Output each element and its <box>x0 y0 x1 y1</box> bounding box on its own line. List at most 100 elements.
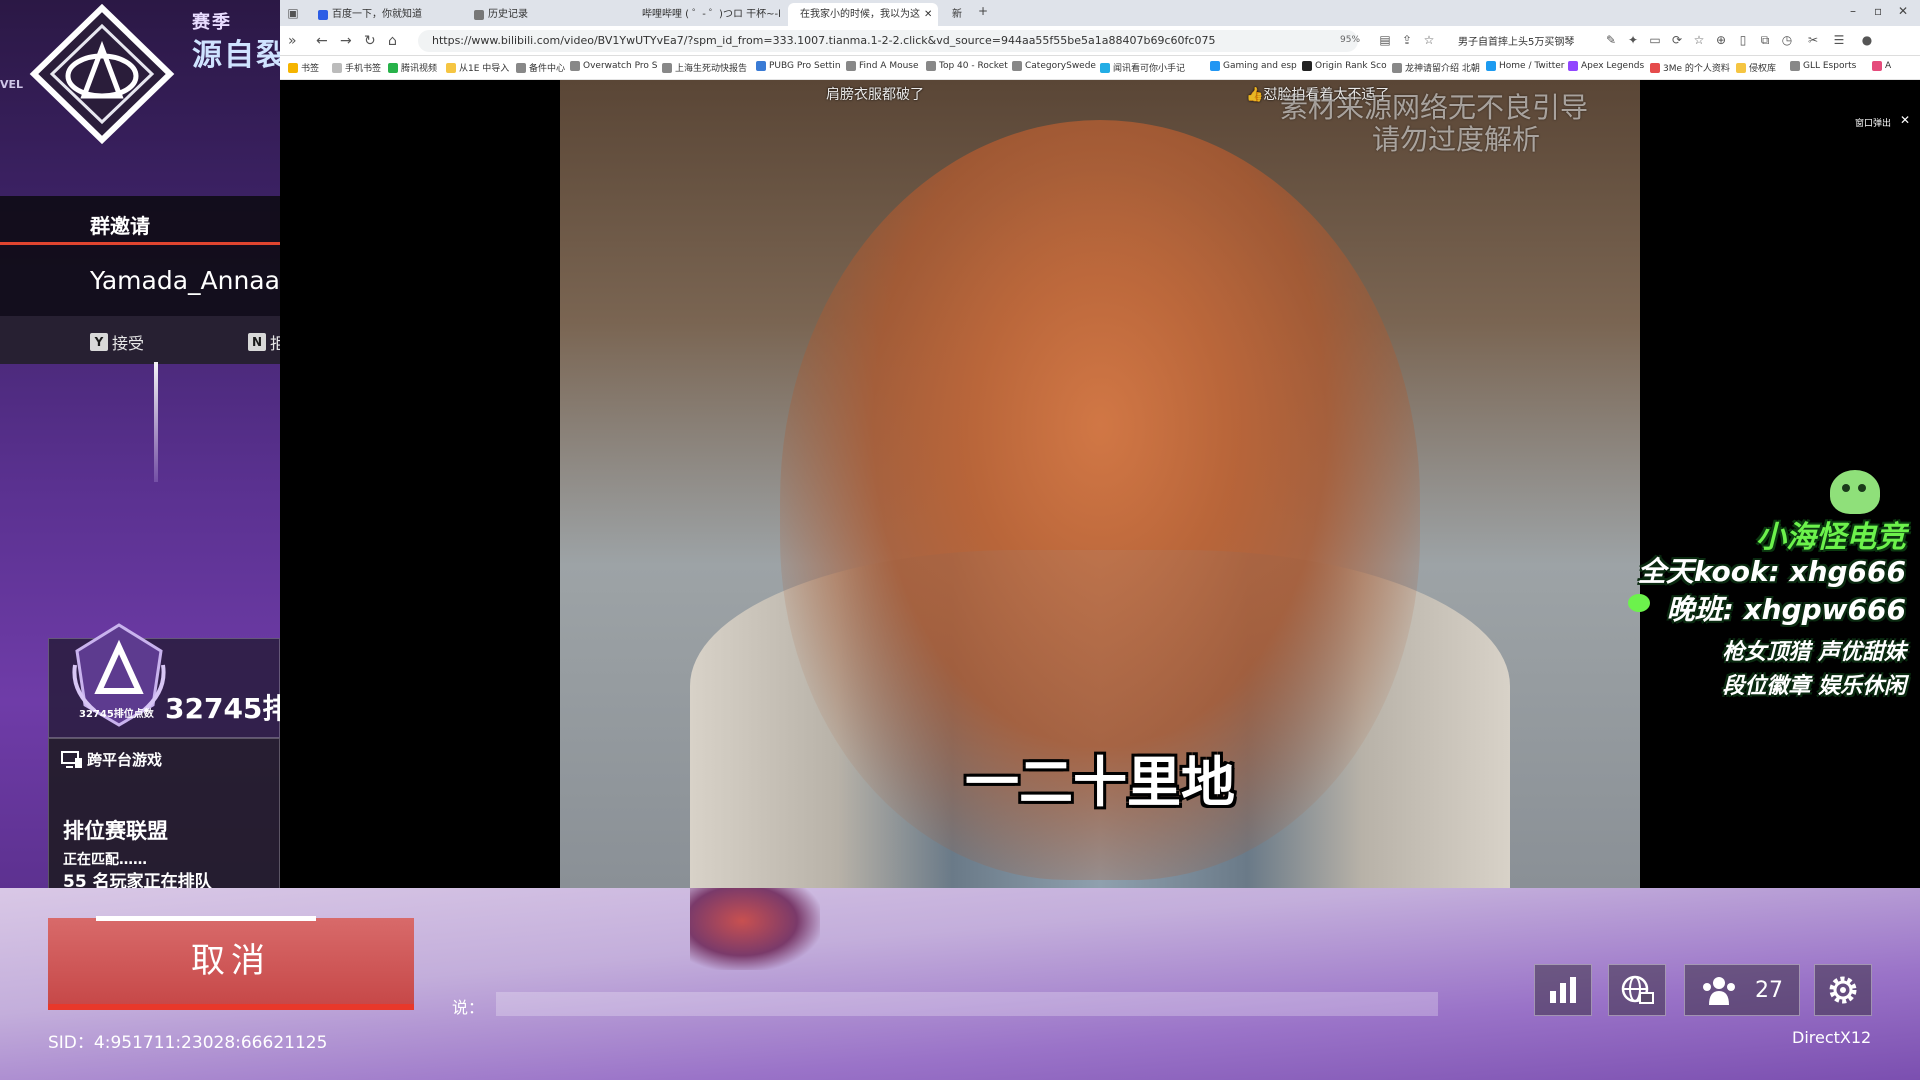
bookmark-item[interactable]: 书签 <box>288 61 319 74</box>
bookmark-item[interactable]: CategorySwede <box>1012 61 1096 71</box>
share-icon[interactable]: ⇪ <box>1400 33 1414 47</box>
bookmark-label: Origin Rank Sco <box>1315 61 1387 71</box>
party-invite-panel: 群邀请 Yamada_Annaaa Y 接受 N 拒 <box>0 196 280 364</box>
overlay-tagline-2: 段位徽章 娱乐休闲 <box>1722 674 1906 699</box>
tab-history[interactable]: 历史记录 <box>466 3 596 26</box>
profile-avatar-icon[interactable]: ● <box>1860 33 1874 47</box>
bookmark-item[interactable]: GLL Esports <box>1790 61 1856 71</box>
cancel-matchmaking-button[interactable]: 取消 <box>48 918 414 1008</box>
bookmark-label: Gaming and esp <box>1223 61 1297 71</box>
bookmark-label: Find A Mouse <box>859 61 919 71</box>
hot-search-text[interactable]: 男子自首摔上头5万买钢琴 <box>1458 33 1574 48</box>
zoom-level[interactable]: 95% <box>1340 35 1360 45</box>
bookmark-item[interactable]: 闻讯看可你小手记 <box>1100 61 1185 74</box>
tab-close-icon[interactable]: ✕ <box>924 3 932 26</box>
network-button[interactable] <box>1608 964 1666 1016</box>
bookmark-item[interactable]: 上海生死动快报告 <box>662 61 747 74</box>
reload-icon[interactable]: ↻ <box>364 33 376 49</box>
folder-icon[interactable]: ▭ <box>1648 33 1662 47</box>
bookmark-item[interactable]: Overwatch Pro S <box>570 61 657 71</box>
close-icon[interactable]: ✕ <box>1900 113 1910 127</box>
tab-label: 百度一下，你就知道 <box>332 9 422 20</box>
accept-invite-button[interactable]: Y 接受 <box>90 330 144 354</box>
profile-icon <box>1650 62 1660 73</box>
bookmark-item[interactable]: Origin Rank Sco <box>1302 61 1387 71</box>
mascot-eye <box>1858 484 1866 492</box>
rank-card[interactable]: 32745排位点数 32745排 <box>48 623 280 738</box>
sync-icon[interactable]: ⟳ <box>1670 33 1684 47</box>
history-clock-icon[interactable]: ◷ <box>1780 33 1794 47</box>
history-icon <box>474 9 484 20</box>
close-window-icon[interactable]: ✕ <box>1898 4 1908 18</box>
video-frame[interactable]: 肩膀衣服都破了 👍怼脸拍看着太不适了 素材来源网络无不良引导 请勿过度解析 一二… <box>560 80 1640 888</box>
session-id: SID：4:951711:23028:66621125 <box>48 1033 328 1053</box>
crossplay-label: 跨平台游戏 <box>87 751 163 769</box>
tab-new-page[interactable]: 新 <box>944 3 970 26</box>
chat-input[interactable] <box>496 992 1438 1016</box>
bookmark-item[interactable]: A <box>1872 61 1891 71</box>
render-api-label: DirectX12 <box>1792 1028 1872 1047</box>
friends-button[interactable]: 27 <box>1684 964 1800 1016</box>
bookmark-star-icon[interactable]: ☆ <box>1422 33 1436 47</box>
back-icon[interactable]: ← <box>316 33 328 49</box>
settings-button[interactable] <box>1814 964 1872 1016</box>
invite-accent-bar <box>0 242 280 245</box>
bookmark-label: 3Me 的个人资料 <box>1663 64 1730 74</box>
tab-label: 在我家小的时候，我以为这 <box>800 9 920 20</box>
bookmark-item[interactable]: Top 40 - Rocket <box>926 61 1008 71</box>
chat-label: 说： <box>452 998 485 1017</box>
bookmark-label: Apex Legends <box>1581 61 1645 71</box>
bookmark-label: A <box>1885 61 1892 71</box>
minimize-icon[interactable]: – <box>1850 4 1856 18</box>
browser-window: ▣ 百度一下，你就知道 历史记录 哔哩哔哩 ( ゜- ゜)つロ 干杯~-bili… <box>280 0 1920 888</box>
bookmark-item[interactable]: Gaming and esp <box>1210 61 1297 71</box>
phone-icon[interactable]: ▯ <box>1736 33 1750 47</box>
game-lobby-bottom-bar: 取消 说： SID：4:951711:23028:66621125 27 Dir… <box>0 888 1920 1080</box>
bookmark-item[interactable]: 龙神请留介绍 北朝 <box>1392 61 1480 74</box>
bookmark-label: 腾讯视频 <box>401 64 438 74</box>
rank-badge-text: 32745排位点数 <box>79 709 154 720</box>
bookmark-item[interactable]: 手机书签 <box>332 61 381 74</box>
bookmark-item[interactable]: 腾讯视频 <box>388 61 437 74</box>
url-input[interactable]: https://www.bilibili.com/video/BV1YwUTYv… <box>418 30 1358 52</box>
favorites-icon[interactable]: ☆ <box>1692 33 1706 47</box>
tab-bilibili-home[interactable]: 哔哩哔哩 ( ゜- ゜)つロ 干杯~-bili <box>630 3 780 26</box>
level-tag: VEL <box>0 78 24 91</box>
tools-icon[interactable]: ✂ <box>1806 33 1820 47</box>
bookmark-item[interactable]: 3Me 的个人资料 <box>1650 61 1730 74</box>
game-mode-card[interactable]: 跨平台游戏 排位赛联盟 正在匹配…… 55 名玩家正在排队 <box>48 738 280 904</box>
star-icon <box>288 62 298 73</box>
party-invite-title: 群邀请 <box>90 214 150 238</box>
maximize-icon[interactable]: ▫ <box>1874 4 1882 18</box>
popout-button[interactable]: 窗口弹出 <box>1855 116 1891 129</box>
bookmark-item[interactable]: 备件中心 <box>516 61 565 74</box>
extension-icon[interactable]: ✎ <box>1604 33 1618 47</box>
menu-icon[interactable]: ☰ <box>1832 33 1846 47</box>
download-icon[interactable]: ⊕ <box>1714 33 1728 47</box>
new-tab-icon[interactable]: + <box>978 4 988 18</box>
bookmark-item[interactable]: PUBG Pro Settin <box>756 61 841 71</box>
reader-icon[interactable]: ▤ <box>1378 33 1392 47</box>
bookmark-label: Overwatch Pro S <box>583 61 658 71</box>
phone-bookmark-icon <box>332 62 342 73</box>
home-icon[interactable]: ⌂ <box>388 33 397 49</box>
bookmark-item[interactable]: Find A Mouse <box>846 61 919 71</box>
tab-label: 历史记录 <box>488 9 528 20</box>
decline-invite-button[interactable]: N 拒 <box>248 330 280 354</box>
tab-baidu[interactable]: 百度一下，你就知道 <box>310 3 440 26</box>
matchmaking-status: 正在匹配…… <box>63 852 147 868</box>
bookmark-item[interactable]: 从1E 中导入 <box>446 61 509 74</box>
link-icon <box>1392 62 1402 73</box>
collections-icon[interactable]: ⧉ <box>1758 33 1772 47</box>
bookmark-item[interactable]: Home / Twitter <box>1486 61 1565 71</box>
link-icon <box>1790 61 1800 71</box>
tab-bilibili-video[interactable]: 在我家小的时候，我以为这 ✕ <box>788 3 938 26</box>
bookmark-item[interactable]: Apex Legends <box>1568 61 1644 71</box>
forward-icon[interactable]: → <box>340 33 352 49</box>
expand-icon[interactable]: » <box>288 33 297 49</box>
sidebar-toggle-icon[interactable]: ▣ <box>286 6 300 20</box>
bookmark-item[interactable]: 侵权库 <box>1736 61 1776 74</box>
overlay-tagline-1: 枪女顶猎 声优甜妹 <box>1722 640 1906 665</box>
stats-button[interactable] <box>1534 964 1592 1016</box>
ai-icon[interactable]: ✦ <box>1626 33 1640 47</box>
